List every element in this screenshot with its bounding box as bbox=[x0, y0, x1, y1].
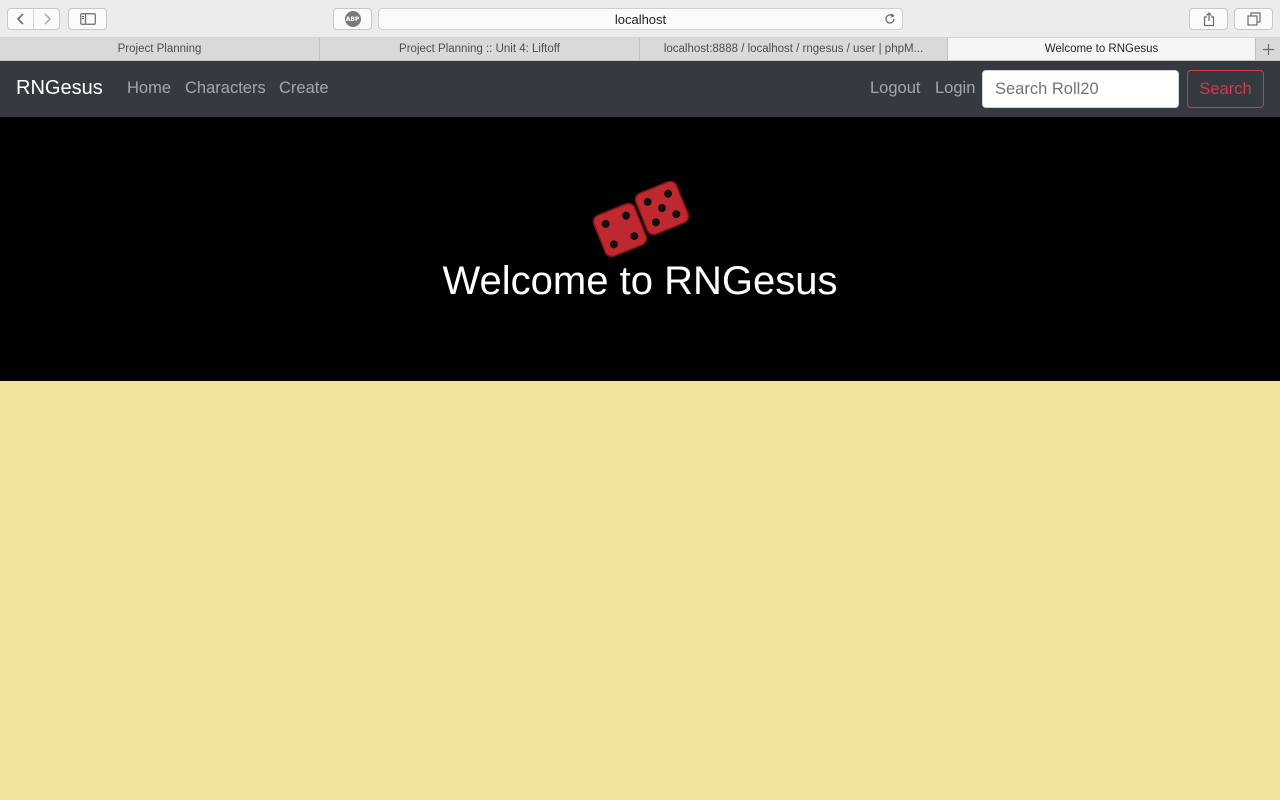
new-tab-icon bbox=[1262, 43, 1274, 55]
adblock-icon: ABP bbox=[344, 11, 361, 27]
tab-label: localhost:8888 / localhost / rngesus / u… bbox=[663, 43, 924, 55]
new-tab-button[interactable] bbox=[1256, 38, 1280, 60]
forward-button[interactable] bbox=[33, 9, 59, 29]
tab-project-planning[interactable]: Project Planning bbox=[0, 38, 320, 60]
main-content bbox=[0, 381, 1280, 800]
search-input[interactable] bbox=[982, 70, 1179, 108]
tab-welcome-rngesus[interactable]: Welcome to RNGesus bbox=[948, 38, 1256, 60]
nav-link-create[interactable]: Create bbox=[279, 79, 329, 98]
url-text: localhost bbox=[614, 11, 667, 27]
tab-phpmyadmin[interactable]: localhost:8888 / localhost / rngesus / u… bbox=[640, 38, 948, 60]
tab-label: Project Planning bbox=[117, 43, 202, 55]
tab-label: Project Planning :: Unit 4: Liftoff bbox=[399, 43, 560, 55]
tabs-overview-icon bbox=[1246, 12, 1261, 26]
tab-strip: Project Planning Project Planning :: Uni… bbox=[0, 38, 1280, 61]
nav-link-logout[interactable]: Logout bbox=[870, 79, 920, 98]
address-bar[interactable]: localhost bbox=[378, 8, 903, 30]
share-button[interactable] bbox=[1189, 8, 1228, 30]
history-nav bbox=[7, 8, 60, 30]
browser-toolbar: ABP localhost bbox=[0, 0, 1280, 38]
adblock-button[interactable]: ABP bbox=[333, 8, 372, 30]
hero-banner: Welcome to RNGesus bbox=[0, 117, 1280, 381]
back-button[interactable] bbox=[8, 9, 33, 29]
tab-project-planning-unit4[interactable]: Project Planning :: Unit 4: Liftoff bbox=[320, 38, 640, 60]
tabs-overview-button[interactable] bbox=[1234, 8, 1273, 30]
forward-icon bbox=[43, 13, 51, 25]
site-navbar: RNGesus Home Characters Create Logout Lo… bbox=[0, 61, 1280, 117]
nav-link-characters[interactable]: Characters bbox=[185, 79, 266, 98]
reload-icon[interactable] bbox=[883, 12, 897, 26]
share-icon bbox=[1203, 11, 1214, 26]
dice-icon bbox=[592, 180, 690, 258]
sidebar-icon bbox=[79, 13, 96, 25]
hero-title: Welcome to RNGesus bbox=[442, 259, 838, 303]
search-button[interactable]: Search bbox=[1187, 70, 1264, 108]
brand-link[interactable]: RNGesus bbox=[16, 77, 103, 100]
tab-label: Welcome to RNGesus bbox=[1044, 43, 1159, 55]
nav-link-home[interactable]: Home bbox=[127, 79, 171, 98]
back-icon bbox=[16, 13, 24, 25]
sidebar-button[interactable] bbox=[68, 8, 107, 30]
nav-link-login[interactable]: Login bbox=[935, 79, 975, 98]
